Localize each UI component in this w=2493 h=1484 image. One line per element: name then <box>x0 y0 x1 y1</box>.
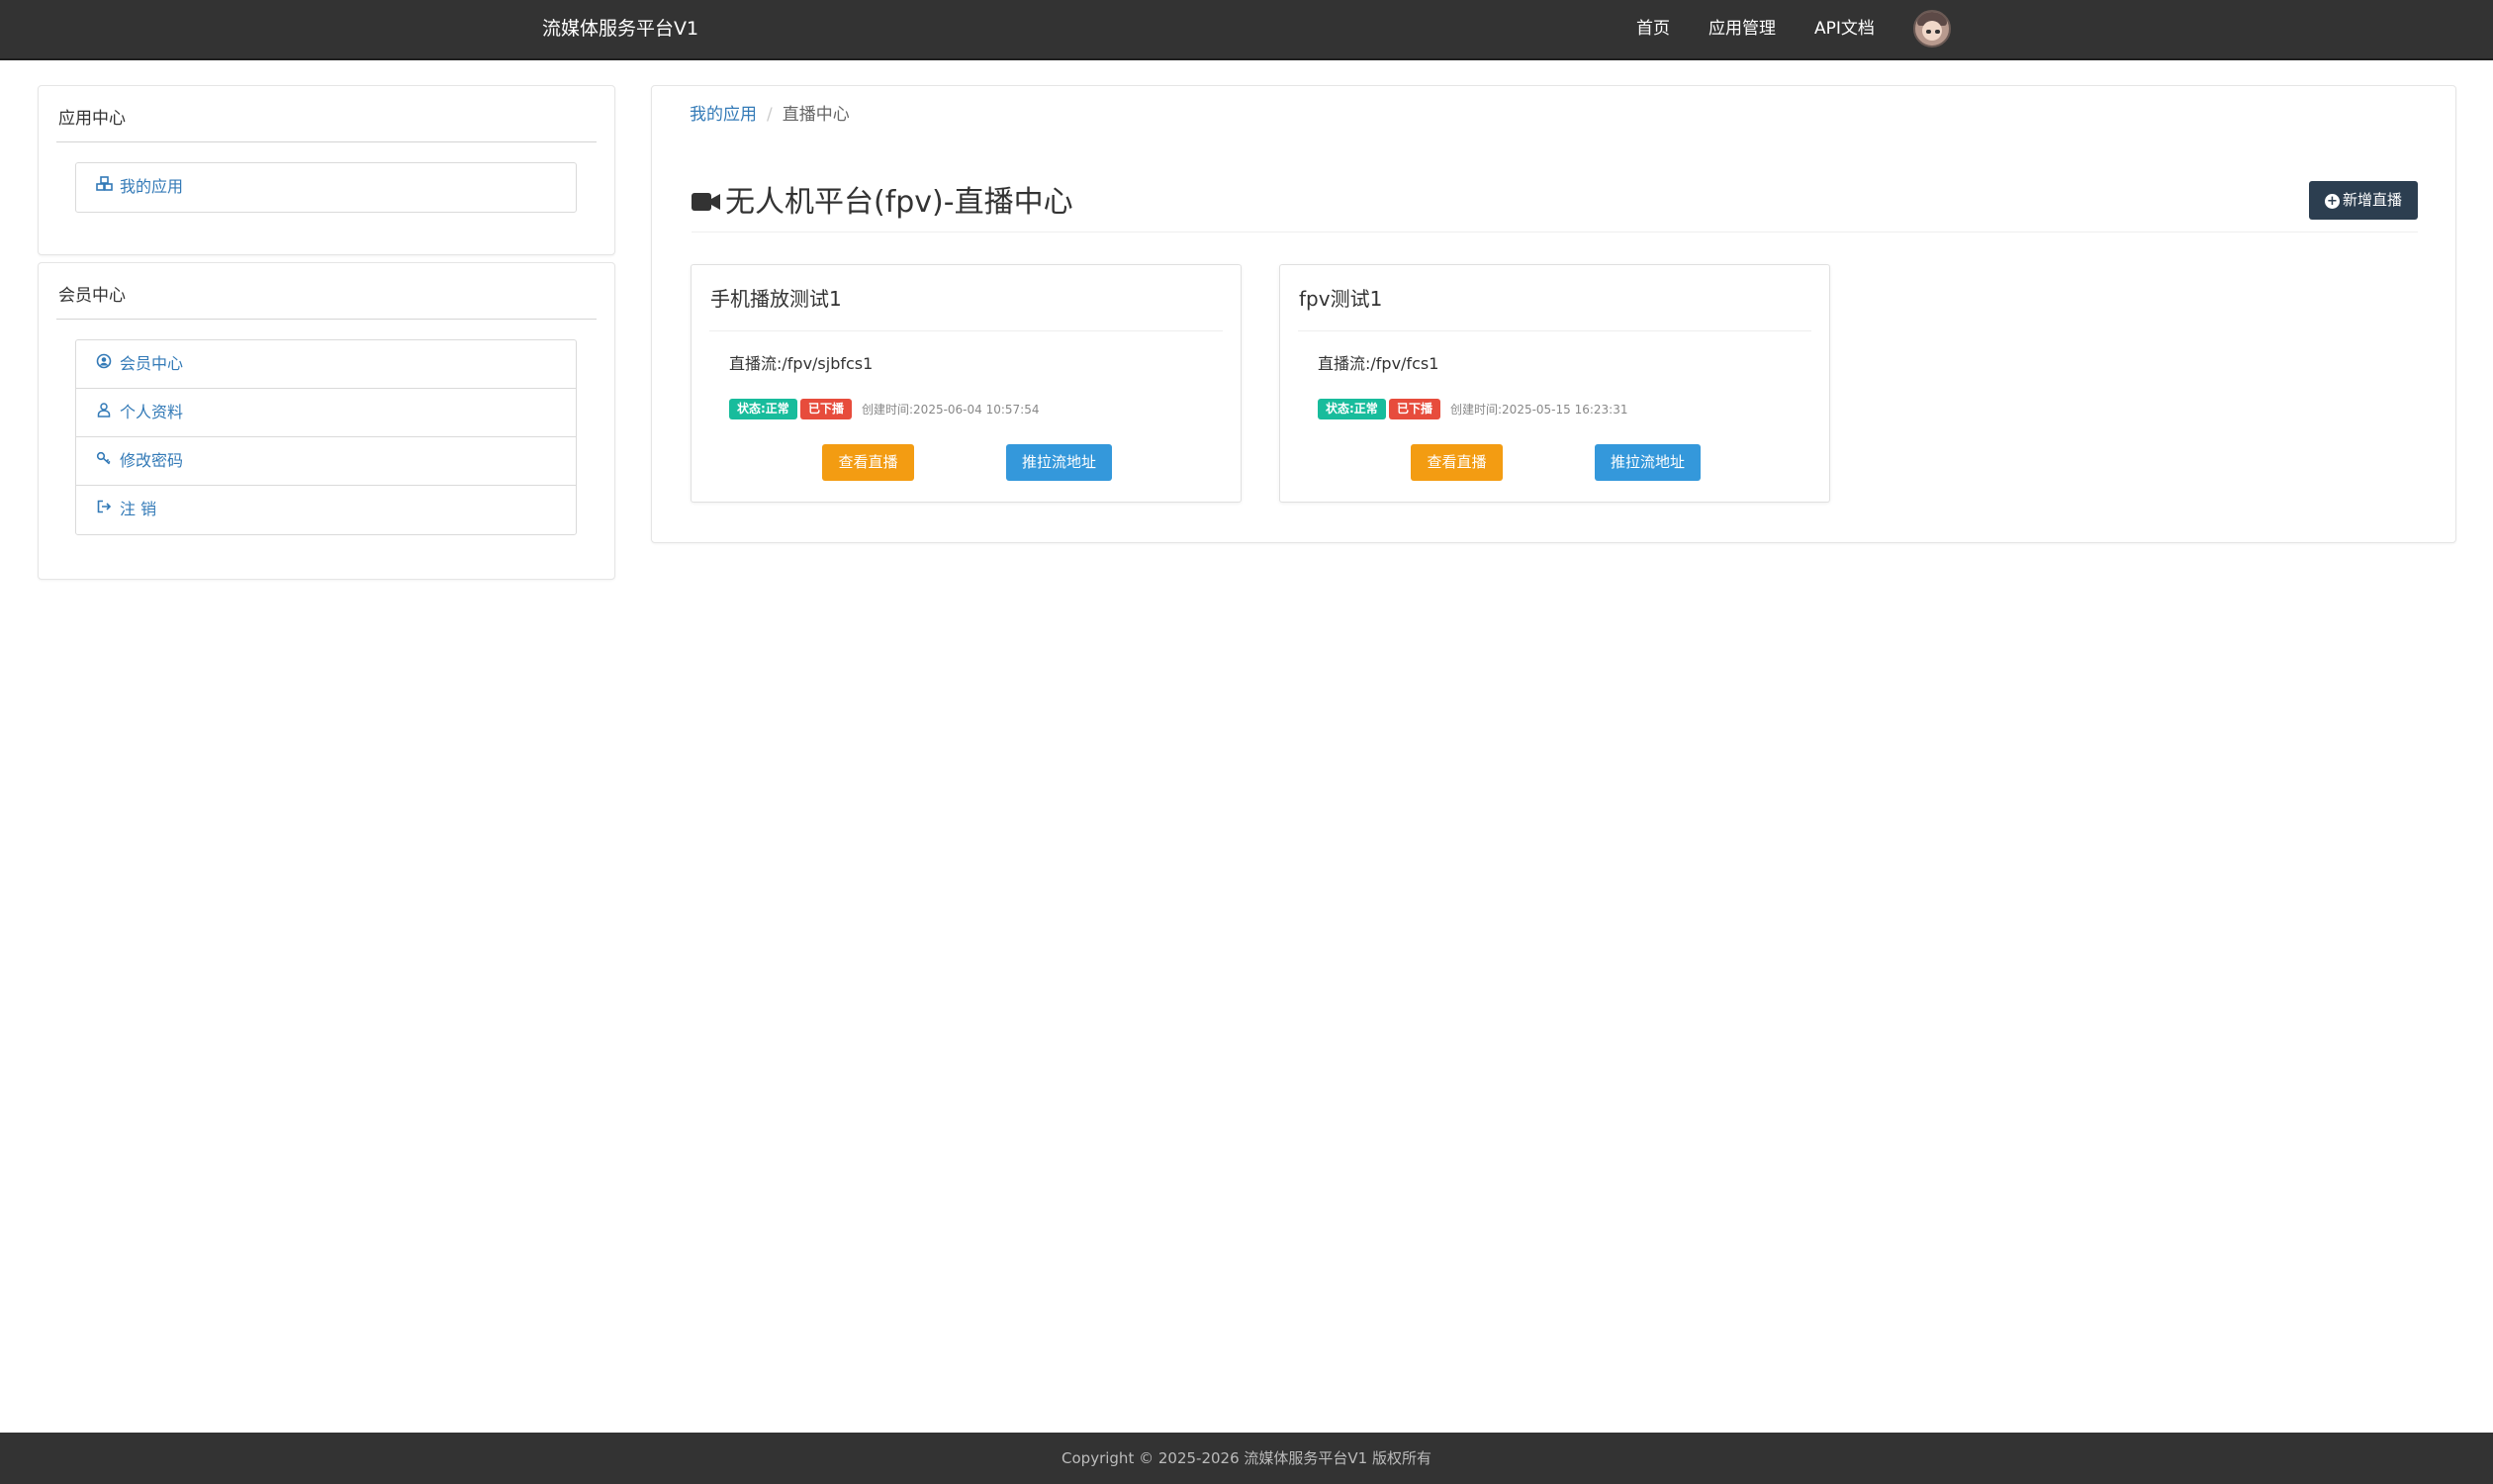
page-header: 无人机平台(fpv)-直播中心 + 新增直播 <box>692 181 2418 232</box>
live-card: fpv测试1 直播流:/fpv/fcs1 状态:正常 已下播 创建时间:2025… <box>1279 264 1830 503</box>
breadcrumb: 我的应用 / 直播中心 <box>690 100 850 125</box>
avatar[interactable] <box>1913 10 1951 47</box>
divider <box>56 141 597 142</box>
stream-address-button[interactable]: 推拉流地址 <box>1595 444 1701 481</box>
breadcrumb-separator: / <box>767 105 773 125</box>
live-state-badge: 已下播 <box>1389 399 1441 419</box>
brand-title[interactable]: 流媒体服务平台V1 <box>542 0 698 57</box>
add-live-label: 新增直播 <box>2342 191 2402 209</box>
view-live-button[interactable]: 查看直播 <box>822 444 914 481</box>
view-live-button[interactable]: 查看直播 <box>1411 444 1503 481</box>
app-center-panel: 应用中心 我的应用 <box>38 85 615 255</box>
member-center-panel: 会员中心 会员中心 个人资料 修改密码 注 销 <box>38 262 615 580</box>
sidebar-item-label: 个人资料 <box>120 403 184 421</box>
nav-api-docs[interactable]: API文档 <box>1814 0 1875 57</box>
key-icon <box>96 437 114 485</box>
plus-circle-icon: + <box>2324 194 2340 209</box>
sidebar-item-logout[interactable]: 注 销 <box>76 486 576 534</box>
breadcrumb-my-apps[interactable]: 我的应用 <box>690 105 757 125</box>
cubes-icon <box>96 163 114 211</box>
status-badge: 状态:正常 <box>729 399 797 419</box>
user-circle-icon <box>96 340 114 388</box>
panel-title: 会员中心 <box>58 286 126 306</box>
status-badge: 状态:正常 <box>1318 399 1386 419</box>
created-time: 创建时间:2025-05-15 16:23:31 <box>1450 403 1628 417</box>
panel-title: 应用中心 <box>58 109 126 129</box>
video-camera-icon <box>692 182 721 226</box>
sidebar-item-profile[interactable]: 个人资料 <box>76 389 576 437</box>
avatar-eye <box>1935 30 1940 34</box>
created-time: 创建时间:2025-06-04 10:57:54 <box>862 403 1040 417</box>
live-card-title: fpv测试1 <box>1299 287 1383 311</box>
sidebar-item-label: 注 销 <box>120 500 157 518</box>
page-title-wrap: 无人机平台(fpv)-直播中心 <box>692 181 1073 226</box>
live-center-panel: 我的应用 / 直播中心 无人机平台(fpv)-直播中心 + 新增直播 手机播放测试1 … <box>651 85 2456 543</box>
live-card: 手机播放测试1 直播流:/fpv/sjbfcs1 状态:正常 已下播 创建时间:… <box>691 264 1242 503</box>
top-navbar: 流媒体服务平台V1 首页 应用管理 API文档 <box>0 0 2493 60</box>
sidebar-item-label: 修改密码 <box>120 451 184 470</box>
sidebar-item-label: 我的应用 <box>120 177 184 196</box>
nav-app-management[interactable]: 应用管理 <box>1708 0 1776 57</box>
add-live-button[interactable]: + 新增直播 <box>2308 181 2418 220</box>
sign-out-icon <box>96 486 114 533</box>
footer: Copyright © 2025-2026 流媒体服务平台V1 版权所有 <box>0 1433 2493 1484</box>
sidebar-item-change-password[interactable]: 修改密码 <box>76 437 576 486</box>
live-state-badge: 已下播 <box>800 399 853 419</box>
live-card-title: 手机播放测试1 <box>710 287 842 311</box>
sidebar-item-member-center[interactable]: 会员中心 <box>76 340 576 389</box>
nav-home[interactable]: 首页 <box>1636 0 1670 57</box>
breadcrumb-current: 直播中心 <box>782 105 850 125</box>
page-title: 无人机平台(fpv)-直播中心 <box>725 185 1073 220</box>
sidebar-item-my-apps[interactable]: 我的应用 <box>76 163 576 212</box>
live-stream-path: 直播流:/fpv/fcs1 <box>1318 354 1439 373</box>
avatar-eye <box>1926 30 1931 34</box>
stream-address-button[interactable]: 推拉流地址 <box>1006 444 1112 481</box>
divider <box>56 319 597 320</box>
member-center-list: 会员中心 个人资料 修改密码 注 销 <box>75 339 577 535</box>
divider <box>1298 330 1811 331</box>
app-center-list: 我的应用 <box>75 162 577 213</box>
live-stream-path: 直播流:/fpv/sjbfcs1 <box>729 354 874 373</box>
divider <box>709 330 1223 331</box>
sidebar-item-label: 会员中心 <box>120 354 184 373</box>
copyright-text: Copyright © 2025-2026 流媒体服务平台V1 版权所有 <box>1062 1449 1431 1467</box>
user-icon <box>96 389 114 436</box>
